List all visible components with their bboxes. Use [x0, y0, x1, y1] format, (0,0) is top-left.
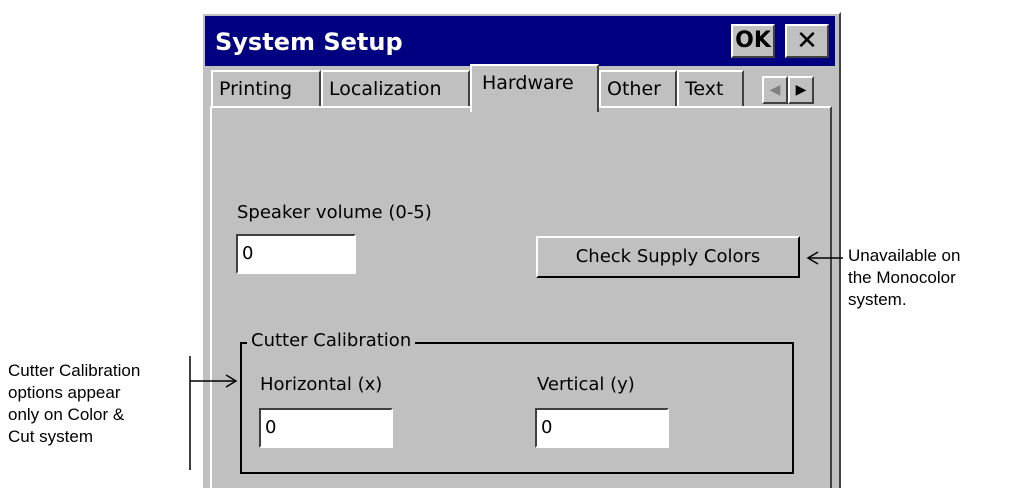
cutter-note: Cutter Calibration options appear only o… [8, 360, 140, 448]
tab-hardware[interactable]: Hardware [470, 64, 599, 112]
monocolor-note: Unavailable on the Monocolor system. [848, 245, 960, 311]
note-line: the Monocolor [848, 268, 956, 287]
note-line: Cutter Calibration [8, 361, 141, 380]
note-line: system. [848, 290, 907, 309]
note-line: only on Color & [8, 405, 125, 424]
note-line: Unavailable on [848, 246, 961, 265]
note-line: options appear [8, 383, 121, 402]
note-line: Cut system [8, 427, 94, 446]
cutter-calibration-legend: Cutter Calibration [247, 330, 416, 351]
